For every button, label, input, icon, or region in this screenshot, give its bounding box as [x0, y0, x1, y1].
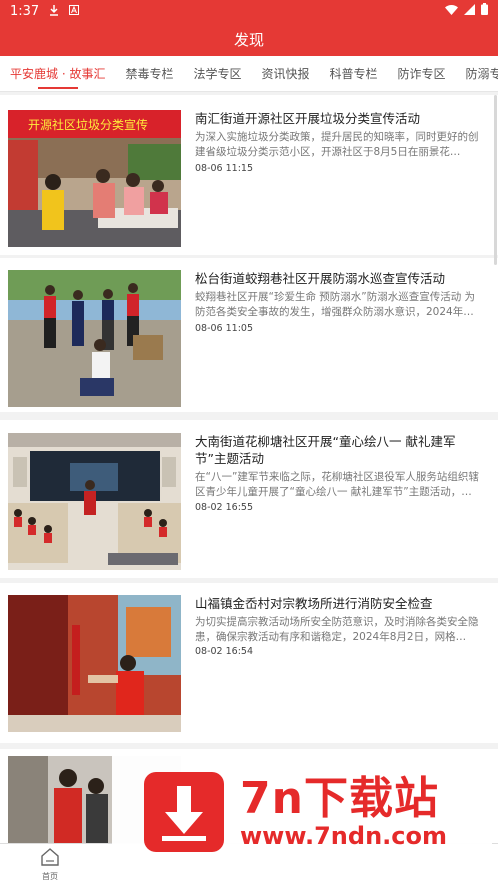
download-logo-icon: [144, 772, 224, 852]
article-date: 08-06 11:05: [195, 323, 254, 334]
article-title: 松台街道蛟翔巷社区开展防溺水巡查宣传活动: [195, 271, 446, 286]
tab-news[interactable]: 资讯快报: [251, 56, 319, 91]
article-summary: 为切实提高宗教活动场所安全防范意识，及时消除各类安全隐患，确保宗教活动有序和谐稳…: [195, 616, 479, 643]
article-date: 08-02 16:55: [195, 502, 254, 513]
article-summary: 在“八一”建军节来临之际，花柳塘社区退役军人服务站组织辖区青少年儿童开展了“童心…: [195, 471, 479, 498]
tab-story[interactable]: 平安鹿城 · 故事汇: [0, 56, 115, 91]
wifi-icon: [445, 4, 458, 19]
article-title: 南汇街道开源社区开展垃圾分类宣传活动: [195, 111, 421, 126]
download-icon: [49, 4, 59, 18]
tab-law[interactable]: 法学专区: [183, 56, 251, 91]
article-card[interactable]: 山福镇金岙村对宗教场所进行消防安全检查 为切实提高宗教活动场所安全防范意识，及时…: [0, 583, 498, 743]
tab-anti-fraud[interactable]: 防诈专区: [388, 56, 456, 91]
article-date: 08-06 11:15: [195, 163, 254, 174]
nav-home-label: 首页: [42, 872, 58, 881]
scrollbar[interactable]: [494, 95, 497, 265]
signal-icon: [464, 3, 475, 19]
article-thumbnail: [8, 595, 181, 732]
status-bar: 1:37: [0, 0, 498, 22]
tab-science[interactable]: 科普专栏: [320, 56, 388, 91]
tab-anti-drug[interactable]: 禁毒专栏: [115, 56, 183, 91]
page-title: 发现: [233, 30, 264, 49]
tab-anti-drowning[interactable]: 防溺专: [456, 56, 498, 91]
watermark-overlay: 7n下载站 www.7ndn.com: [112, 752, 492, 872]
category-tabs: 平安鹿城 · 故事汇 禁毒专栏 法学专区 资讯快报 科普专栏 防诈专区 防溺专: [0, 56, 498, 92]
article-thumbnail: 开源社区垃圾分类宣传: [8, 110, 181, 247]
article-card[interactable]: 大南街道花柳塘社区开展“童心绘八一 献礼建军节”主题活动 在“八一”建军节来临之…: [0, 420, 498, 578]
home-icon: [40, 848, 60, 870]
article-summary: 蛟翔巷社区开展“珍爱生命 预防溺水”防溺水巡查宣传活动 为防范各类安全事故的发生…: [195, 291, 476, 318]
article-title: 大南街道花柳塘社区开展“童心绘八一 献礼建军节”主题活动: [195, 434, 456, 466]
battery-icon: [481, 3, 488, 19]
article-thumbnail: [8, 270, 181, 407]
article-date: 08-02 16:54: [195, 646, 254, 657]
article-title: 山福镇金岙村对宗教场所进行消防安全检查: [195, 596, 433, 611]
status-time: 1:37: [10, 3, 40, 19]
watermark-title: 7n下载站: [240, 773, 439, 824]
article-card[interactable]: 开源社区垃圾分类宣传 南汇街道开源社区开展垃圾分类宣传活动 为深入实施垃圾分类政…: [0, 95, 498, 255]
notification-a-icon: [69, 5, 80, 17]
watermark-url: www.7ndn.com: [240, 822, 447, 850]
nav-home[interactable]: 首页: [30, 848, 70, 882]
article-thumbnail: [8, 433, 181, 570]
article-summary: 为深入实施垃圾分类政策，提升居民的知晓率，同时更好的创建省级垃圾分类示范小区，开…: [195, 131, 479, 158]
app-header: 发现: [0, 22, 498, 56]
article-card[interactable]: 松台街道蛟翔巷社区开展防溺水巡查宣传活动 蛟翔巷社区开展“珍爱生命 预防溺水”防…: [0, 258, 498, 412]
banner-text: 开源社区垃圾分类宣传: [28, 117, 148, 132]
